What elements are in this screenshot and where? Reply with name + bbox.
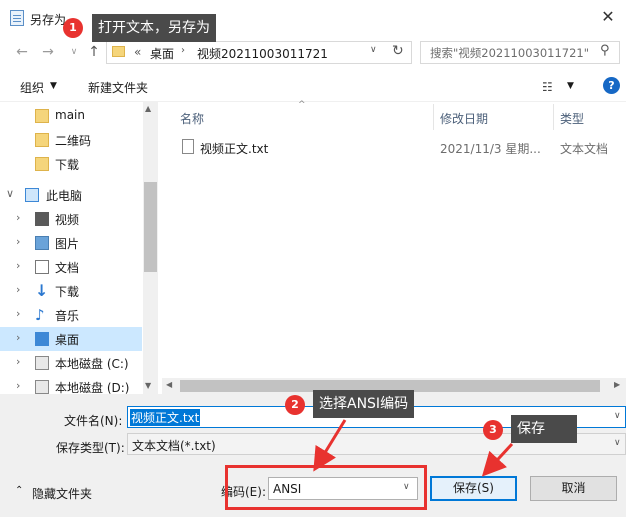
organize-button[interactable]: 组织 (20, 79, 44, 96)
music-icon: ♪ (35, 306, 45, 324)
folder-icon (35, 109, 49, 123)
chevron-right-icon[interactable]: › (16, 283, 20, 296)
refresh-icon[interactable]: ↻ (392, 43, 404, 59)
address-overflow[interactable]: « (134, 45, 141, 59)
nav-item-pictures[interactable]: › 图片 (0, 231, 142, 255)
nav-scrollbar-thumb[interactable] (144, 182, 157, 272)
nav-item-qrcode[interactable]: 二维码 (0, 128, 142, 152)
column-header-name[interactable]: 名称 (180, 110, 204, 127)
view-options-icon[interactable]: ☷ (542, 80, 553, 94)
filename-value[interactable]: 视频正文.txt (130, 409, 201, 426)
help-icon[interactable]: ? (603, 77, 620, 94)
breadcrumb-desktop[interactable]: 桌面 (150, 45, 174, 62)
desktop-icon (35, 332, 49, 346)
chevron-down-icon[interactable]: ▼ (50, 81, 57, 91)
file-row-date: 2021/11/3 星期... (440, 142, 541, 156)
column-divider[interactable] (553, 104, 554, 130)
nav-item-label: main (55, 108, 85, 122)
scroll-down-icon[interactable]: ▼ (145, 381, 151, 390)
nav-item-downloads[interactable]: › ↓ 下载 (0, 279, 142, 303)
file-row-name[interactable]: 视频正文.txt (200, 140, 268, 157)
nav-item-label: 下载 (55, 285, 80, 299)
chevron-down-icon[interactable]: ▼ (567, 81, 574, 91)
computer-icon (25, 188, 39, 202)
picture-icon (35, 236, 49, 250)
drive-icon (35, 380, 49, 394)
save-button[interactable]: 保存(S) (430, 476, 517, 501)
folder-icon (112, 46, 125, 57)
chevron-down-icon[interactable]: ∨ (614, 438, 621, 448)
drive-icon (35, 356, 49, 370)
download-icon: ↓ (35, 281, 49, 300)
nav-item-label: 文档 (55, 261, 80, 275)
nav-item-documents[interactable]: › 文档 (0, 255, 142, 279)
nav-item-label: 本地磁盘 (C:) (55, 357, 129, 371)
chevron-right-icon[interactable]: › (16, 235, 20, 248)
nav-item-this-pc[interactable]: ∨ 此电脑 (0, 183, 142, 207)
video-icon (35, 212, 49, 226)
folder-icon (35, 157, 49, 171)
forward-arrow-icon[interactable]: → (40, 44, 56, 60)
navigation-pane: main 二维码 下载 ∨ 此电脑 › 视频 › 图片 › 文档 › ↓ 下载 … (0, 102, 158, 395)
scroll-up-icon[interactable]: ▲ (145, 104, 151, 113)
breadcrumb-separator: › (181, 45, 185, 56)
nav-item-desktop[interactable]: › 桌面 (0, 327, 142, 351)
annotation-badge-2: 2 (285, 395, 305, 415)
file-row-type: 文本文档 (560, 142, 609, 156)
annotation-callout-1: 打开文本，另存为 (92, 14, 216, 42)
nav-item-label: 二维码 (55, 134, 92, 148)
encoding-highlight-box (225, 465, 427, 510)
chevron-right-icon[interactable]: › (16, 379, 20, 392)
recent-chevron-icon[interactable]: ∨ (66, 47, 82, 57)
chevron-down-icon[interactable]: ∨ (6, 187, 14, 200)
text-file-icon[interactable] (182, 139, 194, 154)
up-arrow-icon[interactable]: ↑ (86, 44, 102, 60)
nav-item-music[interactable]: › ♪ 音乐 (0, 303, 142, 327)
nav-item-label: 音乐 (55, 309, 80, 323)
filename-label: 文件名(N): (64, 414, 123, 428)
chevron-right-icon[interactable]: › (16, 307, 20, 320)
chevron-up-icon[interactable]: ⌃ (15, 485, 23, 496)
column-header-type[interactable]: 类型 (560, 110, 584, 127)
annotation-callout-2: 选择ANSI编码 (313, 390, 415, 418)
chevron-right-icon[interactable]: › (16, 331, 20, 344)
annotation-badge-3: 3 (483, 420, 503, 440)
search-placeholder: 搜索"视频20211003011721" (430, 46, 590, 60)
close-icon[interactable]: ✕ (596, 6, 620, 28)
annotation-callout-3: 保存 (511, 415, 577, 443)
chevron-down-icon[interactable]: ∨ (614, 411, 621, 421)
window-title: 另存为 (30, 13, 67, 27)
notepad-icon (10, 10, 24, 26)
chevron-down-icon[interactable]: ∨ (370, 45, 377, 55)
new-folder-button[interactable]: 新建文件夹 (88, 79, 148, 96)
nav-item-drive-c[interactable]: › 本地磁盘 (C:) (0, 351, 142, 375)
nav-item-label: 桌面 (55, 333, 80, 347)
annotation-badge-1: 1 (63, 18, 83, 38)
sort-ascending-icon: ^ (298, 100, 306, 110)
folder-icon (35, 133, 49, 147)
nav-item-main[interactable]: main (0, 104, 142, 128)
breadcrumb-folder[interactable]: 视频20211003011721 (197, 45, 328, 62)
document-icon (35, 260, 49, 274)
nav-item-label: 此电脑 (46, 189, 83, 203)
chevron-right-icon[interactable]: › (16, 355, 20, 368)
chevron-right-icon[interactable]: › (16, 259, 20, 272)
nav-item-downloads-quick[interactable]: 下载 (0, 152, 142, 176)
scroll-right-icon[interactable]: ▶ (614, 380, 620, 389)
cancel-button[interactable]: 取消 (530, 476, 617, 501)
hide-folders-toggle[interactable]: 隐藏文件夹 (32, 485, 92, 502)
nav-item-label: 下载 (55, 158, 80, 172)
filetype-value: 文本文档(*.txt) (132, 439, 216, 453)
nav-item-label: 视频 (55, 213, 80, 227)
column-header-date[interactable]: 修改日期 (440, 110, 488, 127)
chevron-right-icon[interactable]: › (16, 211, 20, 224)
nav-item-label: 图片 (55, 237, 80, 251)
search-icon[interactable]: ⚲ (600, 43, 610, 58)
scroll-left-icon[interactable]: ◀ (166, 380, 172, 389)
back-arrow-icon[interactable]: ← (14, 44, 30, 60)
nav-item-videos[interactable]: › 视频 (0, 207, 142, 231)
column-divider[interactable] (433, 104, 434, 130)
filetype-label: 保存类型(T): (56, 441, 125, 455)
